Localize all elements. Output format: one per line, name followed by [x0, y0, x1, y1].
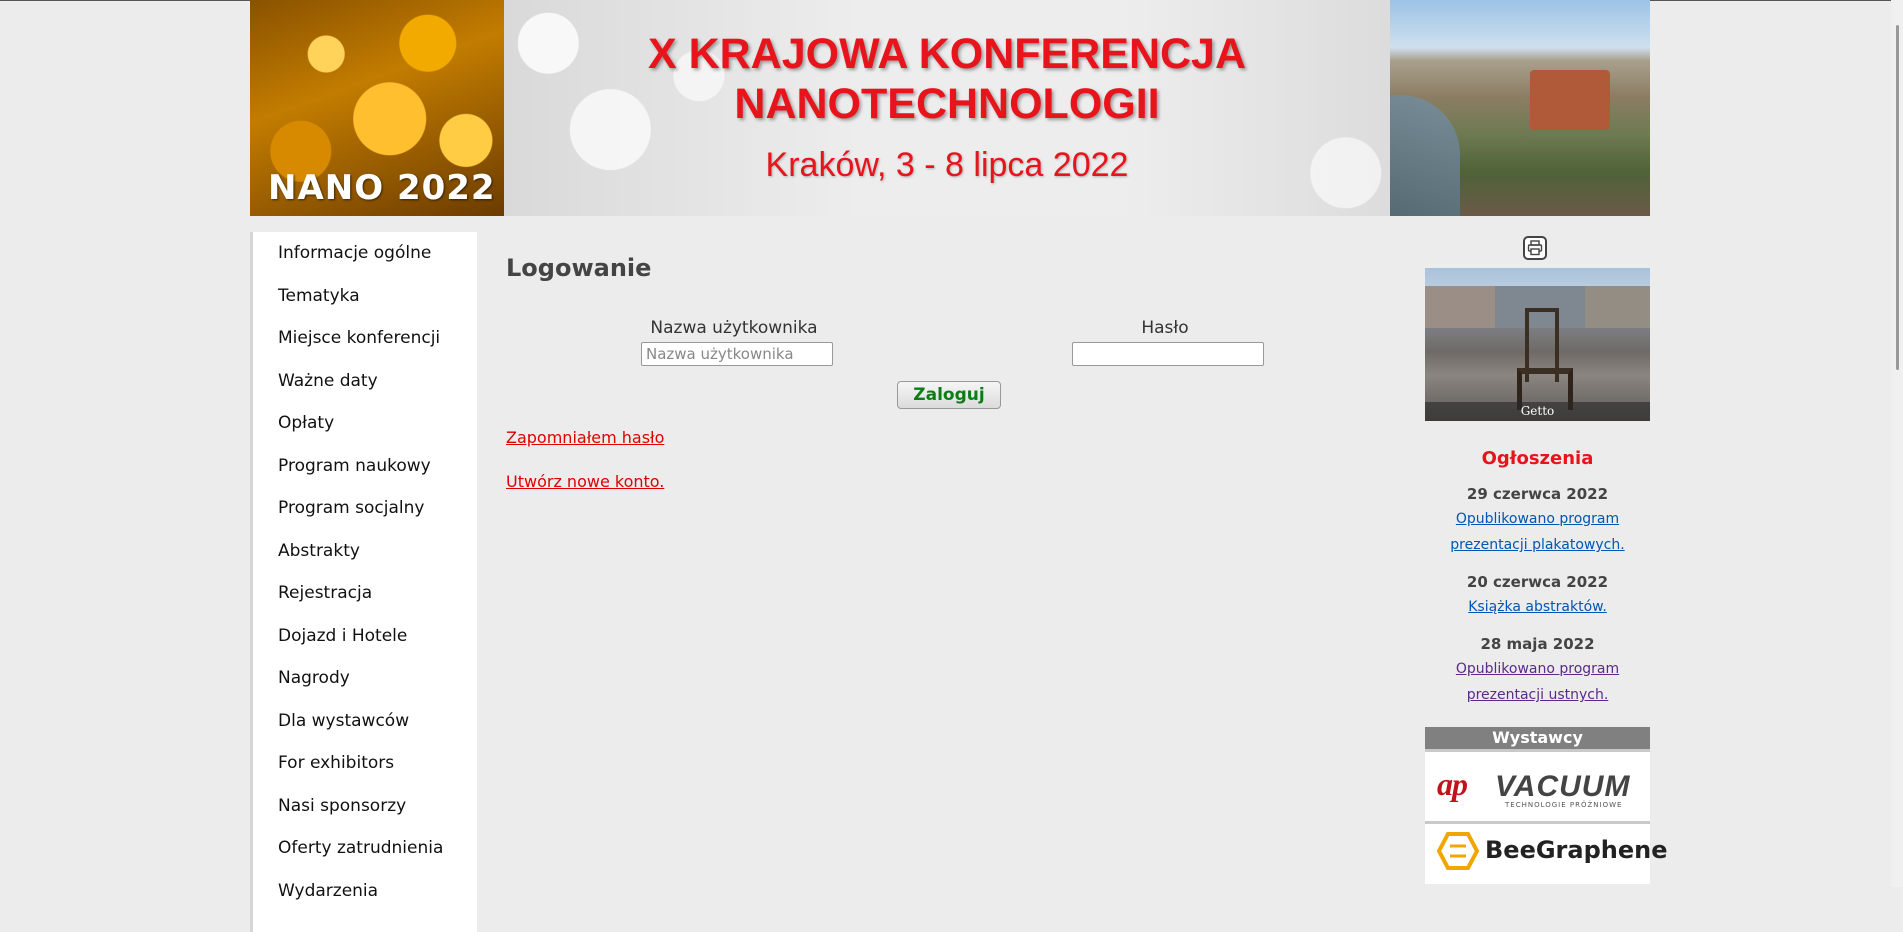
sidebar-item-abstrakty[interactable]: Abstrakty: [278, 541, 360, 561]
announcement-link[interactable]: Opublikowano program: [1425, 656, 1650, 682]
sidebar-item-miejsce[interactable]: Miejsce konferencji: [278, 328, 440, 348]
sidebar-item-wazne-daty[interactable]: Ważne daty: [278, 371, 378, 391]
printer-icon[interactable]: [1523, 236, 1547, 260]
sidebar-item-rejestracja[interactable]: Rejestracja: [278, 583, 372, 603]
sidebar-item-sponsorzy[interactable]: Nasi sponsorzy: [278, 796, 406, 816]
photo-building: [1425, 286, 1495, 328]
logo-vacuum-tagline: TECHNOLOGIE PRÓŻNIOWE: [1505, 801, 1623, 809]
sidebar-item-dojazd[interactable]: Dojazd i Hotele: [278, 626, 407, 646]
hexagon-icon: [1437, 832, 1479, 870]
banner-castle: [1530, 70, 1610, 130]
announcement-link[interactable]: prezentacji ustnych.: [1425, 682, 1650, 708]
page-title: Logowanie: [506, 254, 652, 282]
announcement-link[interactable]: Opublikowano program: [1425, 506, 1650, 532]
exhibitor-logo-beegraphene[interactable]: BeeGraphene: [1425, 821, 1667, 884]
sidebar-item-informacje[interactable]: Informacje ogólne: [278, 243, 431, 263]
announcement-link[interactable]: Książka abstraktów.: [1425, 594, 1650, 620]
header-banner: NANO 2022 X KRAJOWA KONFERENCJA NANOTECH…: [250, 0, 1650, 216]
banner-title-line2: NANOTECHNOLOGII: [734, 80, 1160, 128]
logo-ap-text: ap: [1437, 766, 1468, 802]
banner-subtitle: Kraków, 3 - 8 lipca 2022: [765, 146, 1129, 184]
banner-title-line1: X KRAJOWA KONFERENCJA: [647, 30, 1247, 78]
username-input[interactable]: [641, 342, 833, 366]
banner-river: [1390, 95, 1460, 216]
scrollbar-thumb[interactable]: [1896, 25, 1899, 370]
sidebar-item-program-socjalny[interactable]: Program socjalny: [278, 498, 424, 518]
photo-caption: Getto: [1425, 402, 1650, 421]
password-label: Hasło: [1141, 318, 1189, 338]
sidebar-item-tematyka[interactable]: Tematyka: [278, 286, 360, 306]
logo-vacuum-text: VACUUM: [1495, 770, 1631, 803]
banner-city-photo: [1390, 0, 1650, 216]
sidebar-item-program-naukowy[interactable]: Program naukowy: [278, 456, 431, 476]
exhibitor-logo-apvacuum[interactable]: ap VACUUM TECHNOLOGIE PRÓŻNIOWE: [1425, 749, 1650, 823]
sidebar-item-for-exhibitors[interactable]: For exhibitors: [278, 753, 394, 773]
login-button[interactable]: Zaloguj: [897, 381, 1001, 409]
getto-photo[interactable]: Getto: [1425, 268, 1650, 421]
create-account-link[interactable]: Utwórz nowe konto.: [506, 472, 664, 491]
forgot-password-link[interactable]: Zapomniałem hasło: [506, 428, 664, 447]
announcement-date: 20 czerwca 2022: [1466, 573, 1609, 591]
banner-nano-text: NANO 2022: [268, 168, 496, 208]
sidebar-item-wydarzenia[interactable]: Wydarzenia: [278, 881, 378, 901]
exhibitors-header: Wystawcy: [1425, 727, 1650, 749]
announcements-title: Ogłoszenia: [1481, 448, 1594, 469]
banner-nano-logo: NANO 2022: [250, 0, 504, 216]
username-label: Nazwa użytkownika: [650, 318, 818, 338]
logo-beegraphene-text: BeeGraphene: [1485, 836, 1668, 864]
banner-title-area: X KRAJOWA KONFERENCJA NANOTECHNOLOGII Kr…: [504, 0, 1390, 216]
announcement-date: 28 maja 2022: [1480, 635, 1595, 653]
sidebar-item-oferty[interactable]: Oferty zatrudnienia: [278, 838, 443, 858]
sidebar-nav: Informacje ogólne Tematyka Miejsce konfe…: [250, 232, 477, 932]
password-input[interactable]: [1072, 342, 1264, 366]
sidebar-item-oplaty[interactable]: Opłaty: [278, 413, 334, 433]
announcement-date: 29 czerwca 2022: [1466, 485, 1609, 503]
photo-building: [1585, 286, 1650, 328]
sidebar-item-dla-wystawcow[interactable]: Dla wystawców: [278, 711, 409, 731]
announcement-link[interactable]: prezentacji plakatowych.: [1425, 532, 1650, 558]
sidebar-item-nagrody[interactable]: Nagrody: [278, 668, 350, 688]
